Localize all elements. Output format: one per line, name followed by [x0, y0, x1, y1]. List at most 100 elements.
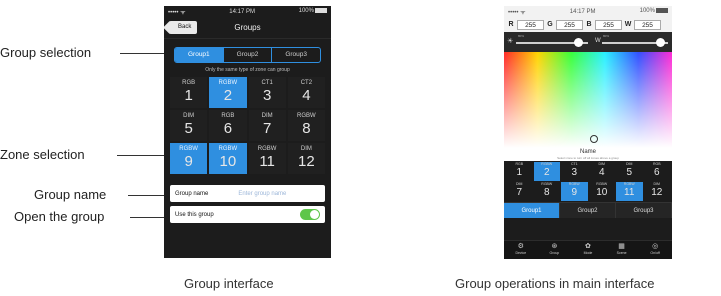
zone-5[interactable]: DIM 5: [170, 110, 208, 141]
group-tabs-main: Group1 Group2 Group3: [504, 202, 672, 218]
color-picker-cursor[interactable]: [590, 135, 598, 143]
zone-10[interactable]: RGBW 10: [209, 143, 247, 174]
annotation-group-name: Group name: [34, 187, 107, 202]
zone-number: 6: [653, 167, 660, 178]
channel-g-value[interactable]: 255: [556, 19, 583, 30]
carrier-signal: ••••• ᯤ: [168, 9, 186, 16]
channel-r-value[interactable]: 255: [517, 19, 544, 30]
zone-type: CT2: [300, 80, 313, 86]
zone-number: 7: [516, 187, 523, 198]
zone-9[interactable]: RGBW 9: [170, 143, 208, 174]
tab-mode[interactable]: ✿ Mode: [571, 241, 605, 259]
brightness-icon: ☀: [507, 38, 514, 45]
tab-scene[interactable]: ▦ Scene: [605, 241, 639, 259]
zone-type: RGBW: [257, 146, 277, 152]
use-group-toggle[interactable]: [300, 209, 320, 220]
tab-label: Group: [549, 251, 560, 255]
tab-group2[interactable]: Group2: [224, 48, 273, 62]
caption-right: Group operations in main interface: [455, 276, 655, 291]
zone-type: RGBW: [179, 146, 198, 152]
zone-number: 7: [262, 120, 272, 137]
channel-w-label: W: [624, 21, 632, 28]
zone-number: 1: [184, 87, 193, 104]
zone-main-8[interactable]: RGBW 8: [534, 182, 561, 201]
page-title: Groups: [234, 23, 261, 32]
group-name-label: Group name: [175, 190, 209, 197]
zone-number: 9: [184, 153, 193, 170]
zone-type: RGBW: [297, 113, 316, 119]
clock: 14:17 PM: [229, 8, 255, 15]
zone-number: 5: [626, 167, 633, 178]
channel-w-value[interactable]: 255: [634, 19, 661, 30]
zone-main-5[interactable]: DIM 5: [616, 162, 643, 181]
zone-number: 3: [571, 167, 578, 178]
back-button[interactable]: Back: [169, 21, 198, 34]
gear-icon: ⚙: [517, 243, 524, 250]
zone-main-9[interactable]: RGBW 9: [561, 182, 588, 201]
zone-11[interactable]: RGBW 11: [248, 143, 286, 174]
zone-number: 4: [598, 167, 605, 178]
zone-main-7[interactable]: DIM 7: [506, 182, 533, 201]
bulb-icon: ◎: [652, 243, 659, 250]
zone-number: 9: [571, 187, 578, 198]
zone-number: 2: [543, 167, 550, 178]
white-slider-knob[interactable]: [656, 38, 665, 47]
zone-main-11[interactable]: RGBW 11: [616, 182, 643, 201]
annotation-zone-selection: Zone selection: [0, 147, 85, 162]
group-hint: Only the same type of zone can group: [205, 67, 290, 73]
bottom-tab-bar: ⚙ Device ⊛ Group ✿ Mode ▦ Scene ◎ On/off: [504, 240, 672, 259]
zone-6[interactable]: RGB 6: [209, 110, 247, 141]
tab-group3-main[interactable]: Group3: [616, 203, 672, 218]
zone-type: CT1: [261, 80, 273, 86]
zone-3[interactable]: CT1 3: [248, 77, 286, 108]
zone-type: DIM: [300, 146, 312, 152]
group-name-row: Group name Enter group name: [170, 185, 325, 202]
tab-onoff[interactable]: ◎ On/off: [638, 241, 672, 259]
use-group-row: Use this group: [170, 206, 325, 223]
zone-number: 8: [543, 187, 550, 198]
battery: 100%: [299, 8, 327, 15]
tab-device[interactable]: ⚙ Device: [504, 241, 538, 259]
zone-main-12[interactable]: DIM 12: [644, 182, 671, 201]
zone-main-6[interactable]: RGB 6: [644, 162, 671, 181]
zone-number: 1: [516, 167, 523, 178]
name-row: Name Select zone to turn off all zones a…: [504, 148, 672, 161]
battery-icon: [314, 8, 327, 14]
zone-number: 4: [302, 87, 311, 104]
zone-main-2[interactable]: RGBW 2: [533, 162, 560, 181]
tab-group1[interactable]: Group1: [175, 48, 224, 62]
zone-number: 12: [298, 153, 315, 170]
tab-label: Device: [515, 251, 527, 255]
nav-bar: Back Groups: [164, 17, 331, 39]
zone-8[interactable]: RGBW 8: [287, 110, 325, 141]
tab-group3[interactable]: Group3: [272, 48, 320, 62]
color-picker[interactable]: [504, 52, 672, 148]
group-name-input[interactable]: Enter group name: [238, 191, 286, 197]
zone-12[interactable]: DIM 12: [287, 143, 325, 174]
zone-number: 5: [184, 120, 193, 137]
mode-icon: ✿: [585, 243, 591, 250]
zone-1[interactable]: RGB 1: [170, 77, 208, 108]
zone-type: RGB: [182, 80, 196, 86]
zone-number: 3: [262, 87, 272, 104]
zone-main-10[interactable]: RGBW 10: [589, 182, 616, 201]
tab-group[interactable]: ⊛ Group: [538, 241, 572, 259]
zone-main-4[interactable]: DIM 4: [589, 162, 616, 181]
zone-2[interactable]: RGBW 2: [209, 77, 247, 108]
channel-b-value[interactable]: 255: [595, 19, 622, 30]
zone-type: RGBW: [218, 80, 238, 86]
annotation-line-zone-selection: [117, 155, 169, 156]
group-icon: ⊛: [551, 243, 558, 250]
zone-main-3[interactable]: CT1 3: [561, 162, 588, 181]
zone-main-1[interactable]: RGB 1: [506, 162, 533, 181]
tab-group2-main[interactable]: Group2: [560, 203, 616, 218]
channel-r-label: R: [508, 21, 514, 28]
zone-7[interactable]: DIM 7: [248, 110, 286, 141]
zone-grid: RGB 1 RGBW 2 CT1 3 CT2 4 DIM 5 RGB 6 DIM 7 RGBW 8 RGBW 9 R…: [170, 77, 325, 174]
zone-number: 8: [302, 120, 311, 137]
zone-number: 11: [259, 153, 275, 170]
tab-group1-main[interactable]: Group1: [504, 203, 560, 218]
brightness-percent: 80%: [518, 34, 525, 38]
brightness-slider-knob[interactable]: [574, 38, 583, 47]
zone-4[interactable]: CT2 4: [287, 77, 325, 108]
